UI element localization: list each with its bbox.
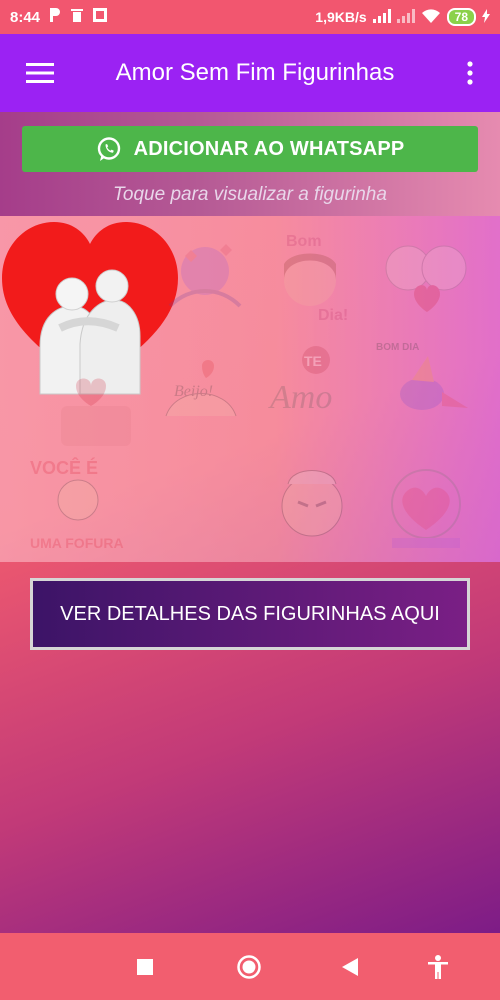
sticker-bom-dia-bird[interactable]: BOM DIA bbox=[372, 336, 482, 446]
wifi-icon bbox=[421, 8, 441, 27]
sticker-bom-dia-small-text: BOM DIA bbox=[376, 342, 419, 353]
app-toolbar: Amor Sem Fim Figurinhas bbox=[0, 34, 500, 112]
add-to-whatsapp-button[interactable]: ADICIONAR AO WHATSAPP bbox=[22, 126, 478, 172]
sticker-bom-text: Bom bbox=[286, 233, 322, 250]
menu-button[interactable] bbox=[0, 34, 80, 112]
home-button[interactable] bbox=[219, 933, 279, 1000]
tap-hint: Toque para visualizar a figurinha bbox=[113, 184, 387, 205]
square-icon bbox=[137, 958, 153, 975]
sticker-heart-globe[interactable] bbox=[372, 452, 482, 562]
net-speed: 1,9KB/s bbox=[315, 9, 367, 25]
view-sticker-details-button[interactable]: VER DETALHES DAS FIGURINHAS AQUI bbox=[30, 578, 470, 650]
triangle-back-icon bbox=[342, 957, 358, 976]
sticker-angry-face[interactable] bbox=[258, 452, 368, 562]
app-title: Amor Sem Fim Figurinhas bbox=[115, 59, 395, 86]
status-time: 8:44 bbox=[10, 8, 41, 26]
app-screen: 8:44 1,9KB/s 78 Amor Sem Fim Figurinhas … bbox=[0, 0, 500, 1000]
sticker-grid: Bom Dia! Beijo! TE Amo BOM DIA VOCÊ É UM… bbox=[0, 216, 500, 562]
gallery-icon bbox=[92, 7, 108, 27]
signal-icon bbox=[372, 8, 391, 26]
system-navigation-bar bbox=[0, 933, 500, 1000]
sticker-voce-e-uma-fofura[interactable]: VOCÊ É UMA FOFURA bbox=[26, 450, 136, 560]
sticker-beijo[interactable]: Beijo! bbox=[146, 346, 256, 456]
back-button[interactable] bbox=[320, 933, 380, 1000]
p-notification-icon bbox=[48, 7, 62, 27]
hamburger-icon bbox=[26, 63, 54, 83]
sticker-dia-text: Dia! bbox=[318, 307, 348, 324]
sticker-bom-dia-girl[interactable]: Bom Dia! bbox=[258, 224, 368, 334]
trash-icon bbox=[70, 7, 84, 27]
view-details-label: VER DETALHES DAS FIGURINHAS AQUI bbox=[60, 602, 440, 625]
sticker-voce-e-text: VOCÊ É bbox=[30, 457, 98, 478]
battery-indicator: 78 bbox=[446, 8, 476, 26]
whatsapp-icon bbox=[97, 137, 120, 161]
sticker-te-text: TE bbox=[304, 353, 322, 369]
signal-icon-2 bbox=[396, 8, 415, 26]
sticker-amo-text: Amo bbox=[268, 379, 332, 416]
charging-icon bbox=[482, 8, 490, 26]
sticker-hug-bear[interactable] bbox=[372, 224, 482, 334]
accessibility-button[interactable] bbox=[408, 933, 468, 1000]
recents-button[interactable] bbox=[115, 933, 175, 1000]
sticker-couple-landscape[interactable] bbox=[150, 226, 260, 336]
status-bar: 8:44 1,9KB/s 78 bbox=[0, 0, 500, 34]
circle-home-icon bbox=[237, 954, 261, 979]
sticker-beijo-text: Beijo! bbox=[174, 383, 213, 400]
add-to-whatsapp-label: ADICIONAR AO WHATSAPP bbox=[133, 137, 405, 160]
more-vert-icon bbox=[467, 61, 473, 85]
more-options-button[interactable] bbox=[440, 34, 500, 112]
accessibility-icon bbox=[428, 954, 448, 979]
sticker-te-amo[interactable]: TE Amo bbox=[258, 334, 368, 444]
sticker-uma-fofura-text: UMA FOFURA bbox=[30, 535, 124, 551]
